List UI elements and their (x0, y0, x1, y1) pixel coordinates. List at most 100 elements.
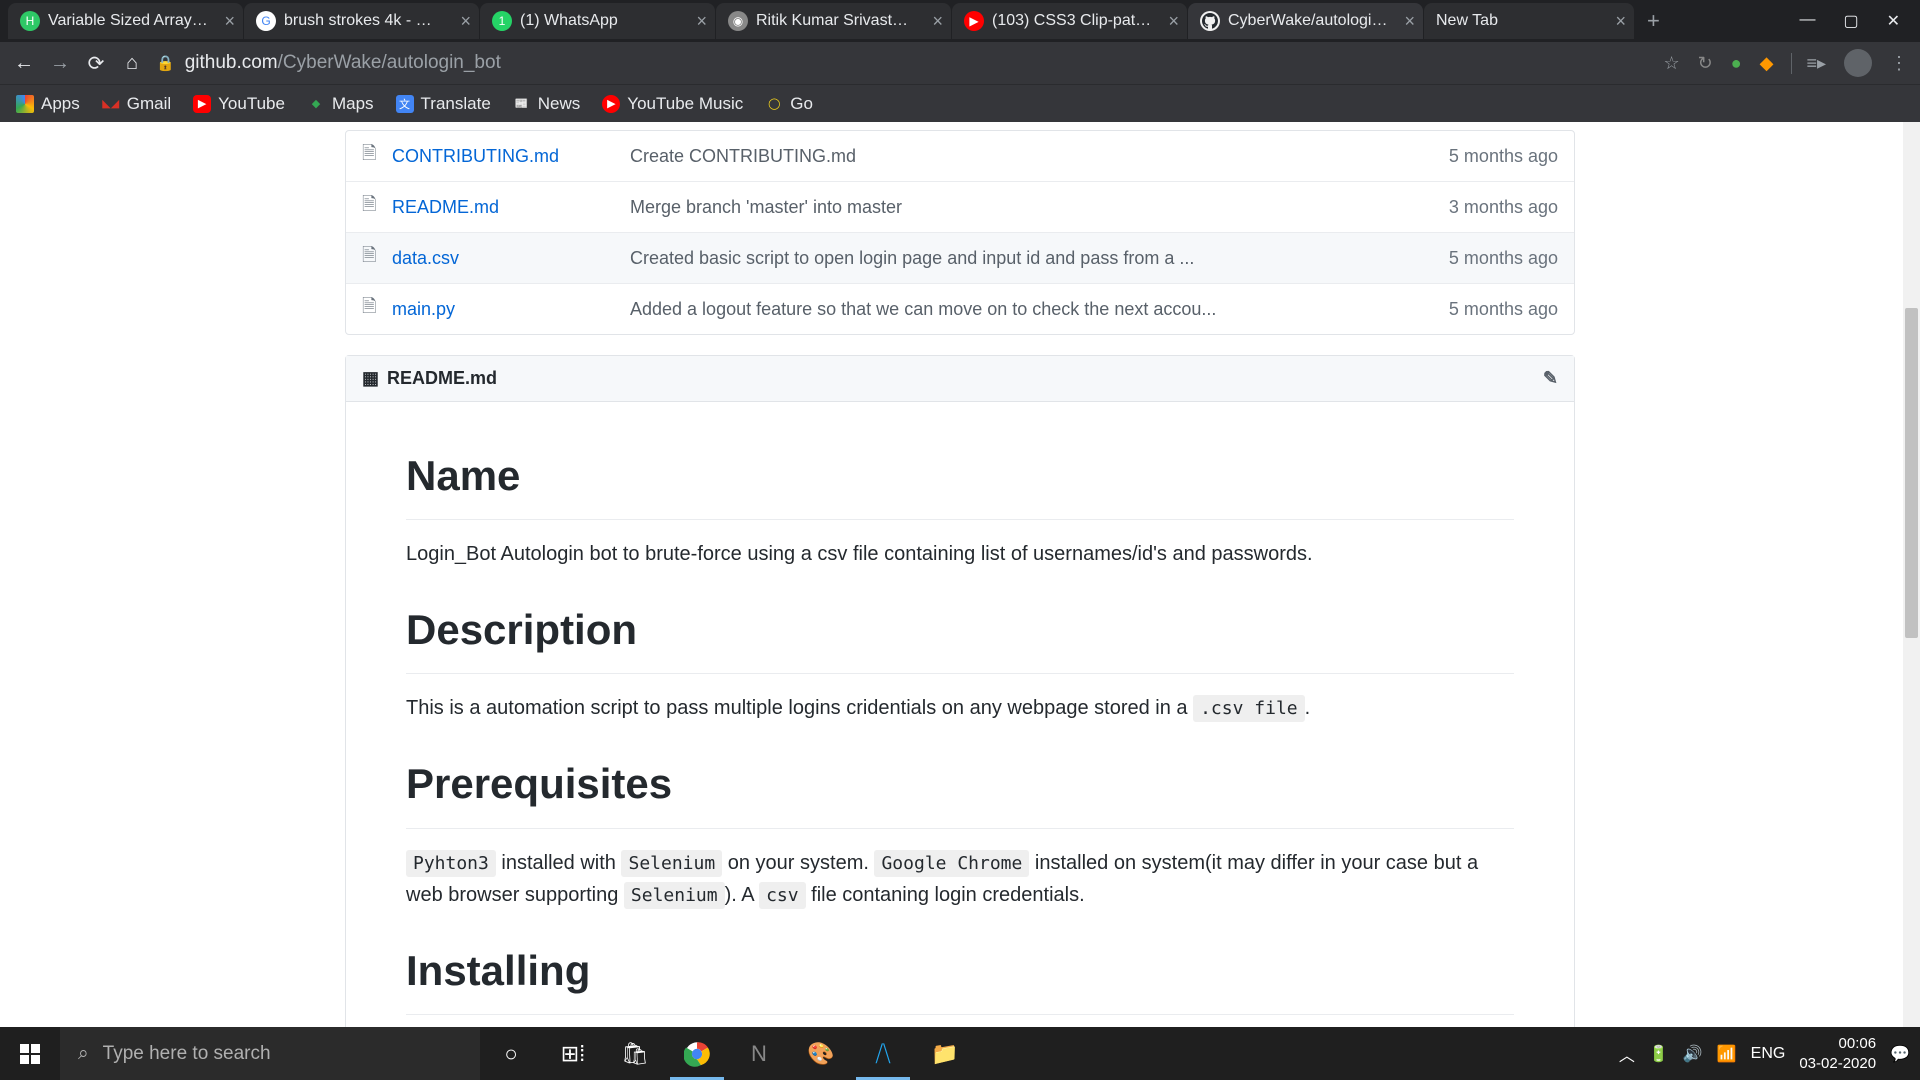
scrollbar-thumb[interactable] (1905, 308, 1918, 638)
heading-description: Description (406, 596, 1514, 674)
tray-chevron-icon[interactable]: ︿ (1619, 1042, 1635, 1066)
edit-icon[interactable]: ✎ (1543, 368, 1558, 389)
tab-title: Variable Sized Arrays | | (48, 12, 208, 30)
bookmark-label: Apps (41, 94, 80, 114)
app-icon[interactable]: 🎨 (790, 1027, 852, 1080)
maps-icon: ◆ (307, 95, 325, 113)
notification-icon[interactable]: 💬 (1890, 1044, 1910, 1064)
vscode-icon[interactable]: ⧸⧹ (852, 1027, 914, 1080)
start-button[interactable] (0, 1027, 60, 1080)
apps-bookmark[interactable]: Apps (16, 94, 80, 114)
extension-icon[interactable]: ● (1731, 53, 1742, 74)
clock-date: 03-02-2020 (1799, 1054, 1876, 1074)
minimize-icon[interactable]: — (1799, 11, 1815, 31)
close-icon[interactable]: × (696, 11, 707, 32)
address-bar[interactable]: 🔒 github.com/CyberWake/autologin_bot (156, 52, 1652, 74)
battery-icon[interactable]: 🔋 (1649, 1044, 1669, 1064)
page-viewport: 🗎 CONTRIBUTING.md Create CONTRIBUTING.md… (0, 122, 1920, 1027)
tab-favicon: ◉ (728, 11, 748, 31)
taskbar-search[interactable]: ⌕ Type here to search (60, 1027, 480, 1080)
inline-code: Google Chrome (874, 850, 1029, 877)
volume-icon[interactable]: 🔊 (1683, 1044, 1703, 1064)
tab-title: New Tab (1436, 12, 1498, 30)
file-row[interactable]: 🗎 data.csv Created basic script to open … (346, 232, 1574, 283)
forward-button[interactable]: → (48, 52, 72, 75)
file-name-link[interactable]: CONTRIBUTING.md (392, 146, 630, 167)
tab-title: (1) WhatsApp (520, 12, 618, 30)
gmail-bookmark[interactable]: ◣◢ Gmail (102, 94, 171, 114)
close-icon[interactable]: × (460, 11, 471, 32)
file-explorer-icon[interactable]: 📁 (914, 1027, 976, 1080)
browser-tab[interactable]: H Variable Sized Arrays | | × (8, 3, 243, 39)
task-view-icon[interactable]: ⊞⁞ (542, 1027, 604, 1080)
extension-icon[interactable]: ◆ (1760, 53, 1774, 74)
store-icon[interactable]: 🛍 (604, 1027, 666, 1080)
cortana-icon[interactable]: ○ (480, 1027, 542, 1080)
tab-title: (103) CSS3 Clip-path T (992, 12, 1152, 30)
file-name-link[interactable]: main.py (392, 299, 630, 320)
notion-icon[interactable]: N (728, 1027, 790, 1080)
heading-installing: Installing (406, 937, 1514, 1015)
browser-toolbar: ← → ⟳ ⌂ 🔒 github.com/CyberWake/autologin… (0, 42, 1920, 84)
extension-icon[interactable]: ↻ (1698, 53, 1713, 74)
clock-time: 00:06 (1799, 1034, 1876, 1054)
home-button[interactable]: ⌂ (120, 52, 144, 75)
apps-grid-icon (16, 95, 34, 113)
file-name-link[interactable]: data.csv (392, 248, 630, 269)
wifi-icon[interactable]: 📶 (1717, 1044, 1737, 1064)
taskbar-clock[interactable]: 00:06 03-02-2020 (1799, 1034, 1876, 1073)
youtube-bookmark[interactable]: ▶ YouTube (193, 94, 285, 114)
browser-tab[interactable]: ◉ Ritik Kumar Srivastava × (716, 3, 951, 39)
chrome-taskbar-icon[interactable] (666, 1027, 728, 1080)
translate-bookmark[interactable]: 文 Translate (396, 94, 491, 114)
browser-tab[interactable]: ▶ (103) CSS3 Clip-path T × (952, 3, 1187, 39)
maximize-icon[interactable]: ▢ (1843, 11, 1858, 31)
file-row[interactable]: 🗎 CONTRIBUTING.md Create CONTRIBUTING.md… (346, 131, 1574, 181)
tab-title: Ritik Kumar Srivastava (756, 12, 916, 30)
browser-tab-active[interactable]: CyberWake/autologin_ × (1188, 3, 1423, 39)
language-indicator[interactable]: ENG (1751, 1045, 1786, 1063)
readme-paragraph: Login_Bot Autologin bot to brute-force u… (406, 538, 1514, 570)
news-icon: 📰 (513, 95, 531, 113)
tab-favicon: ▶ (964, 11, 984, 31)
close-window-icon[interactable]: ✕ (1887, 11, 1900, 31)
bookmark-label: Gmail (127, 94, 171, 114)
scrollbar-track[interactable] (1903, 122, 1920, 1027)
close-icon[interactable]: × (1615, 11, 1626, 32)
browser-tab[interactable]: G brush strokes 4k - Goo × (244, 3, 479, 39)
file-row[interactable]: 🗎 README.md Merge branch 'master' into m… (346, 181, 1574, 232)
github-icon (1200, 11, 1220, 31)
readme-paragraph: Pyhton3 installed with Selenium on your … (406, 847, 1514, 911)
browser-tab[interactable]: New Tab × (1424, 3, 1634, 39)
tab-favicon: H (20, 11, 40, 31)
maps-bookmark[interactable]: ◆ Maps (307, 94, 374, 114)
tab-title: CyberWake/autologin_ (1228, 12, 1388, 30)
bookmark-label: YouTube (218, 94, 285, 114)
tab-favicon: 1 (492, 11, 512, 31)
close-icon[interactable]: × (1168, 11, 1179, 32)
extension-icon[interactable]: ≡▸ (1791, 53, 1826, 74)
tab-favicon: G (256, 11, 276, 31)
browser-tab[interactable]: 1 (1) WhatsApp × (480, 3, 715, 39)
close-icon[interactable]: × (932, 11, 943, 32)
commit-age: 5 months ago (1449, 299, 1558, 320)
reload-button[interactable]: ⟳ (84, 51, 108, 76)
commit-message: Created basic script to open login page … (630, 248, 1449, 269)
search-placeholder: Type here to search (103, 1043, 271, 1065)
inline-code: .csv file (1193, 695, 1305, 722)
file-icon: 🗎 (362, 192, 382, 222)
file-row[interactable]: 🗎 main.py Added a logout feature so that… (346, 283, 1574, 334)
file-name-link[interactable]: README.md (392, 197, 630, 218)
bookmark-label: YouTube Music (627, 94, 743, 114)
kebab-menu-icon[interactable]: ⋮ (1890, 53, 1908, 74)
bookmark-star-icon[interactable]: ☆ (1664, 53, 1680, 74)
news-bookmark[interactable]: 📰 News (513, 94, 581, 114)
new-tab-button[interactable]: + (1635, 8, 1672, 34)
close-icon[interactable]: × (1404, 11, 1415, 32)
go-bookmark[interactable]: ◯ Go (765, 94, 813, 114)
close-icon[interactable]: × (224, 11, 235, 32)
back-button[interactable]: ← (12, 52, 36, 75)
youtube-music-bookmark[interactable]: ▶ YouTube Music (602, 94, 743, 114)
system-tray: ︿ 🔋 🔊 📶 ENG 00:06 03-02-2020 💬 (1619, 1034, 1920, 1073)
profile-avatar[interactable] (1844, 49, 1872, 77)
